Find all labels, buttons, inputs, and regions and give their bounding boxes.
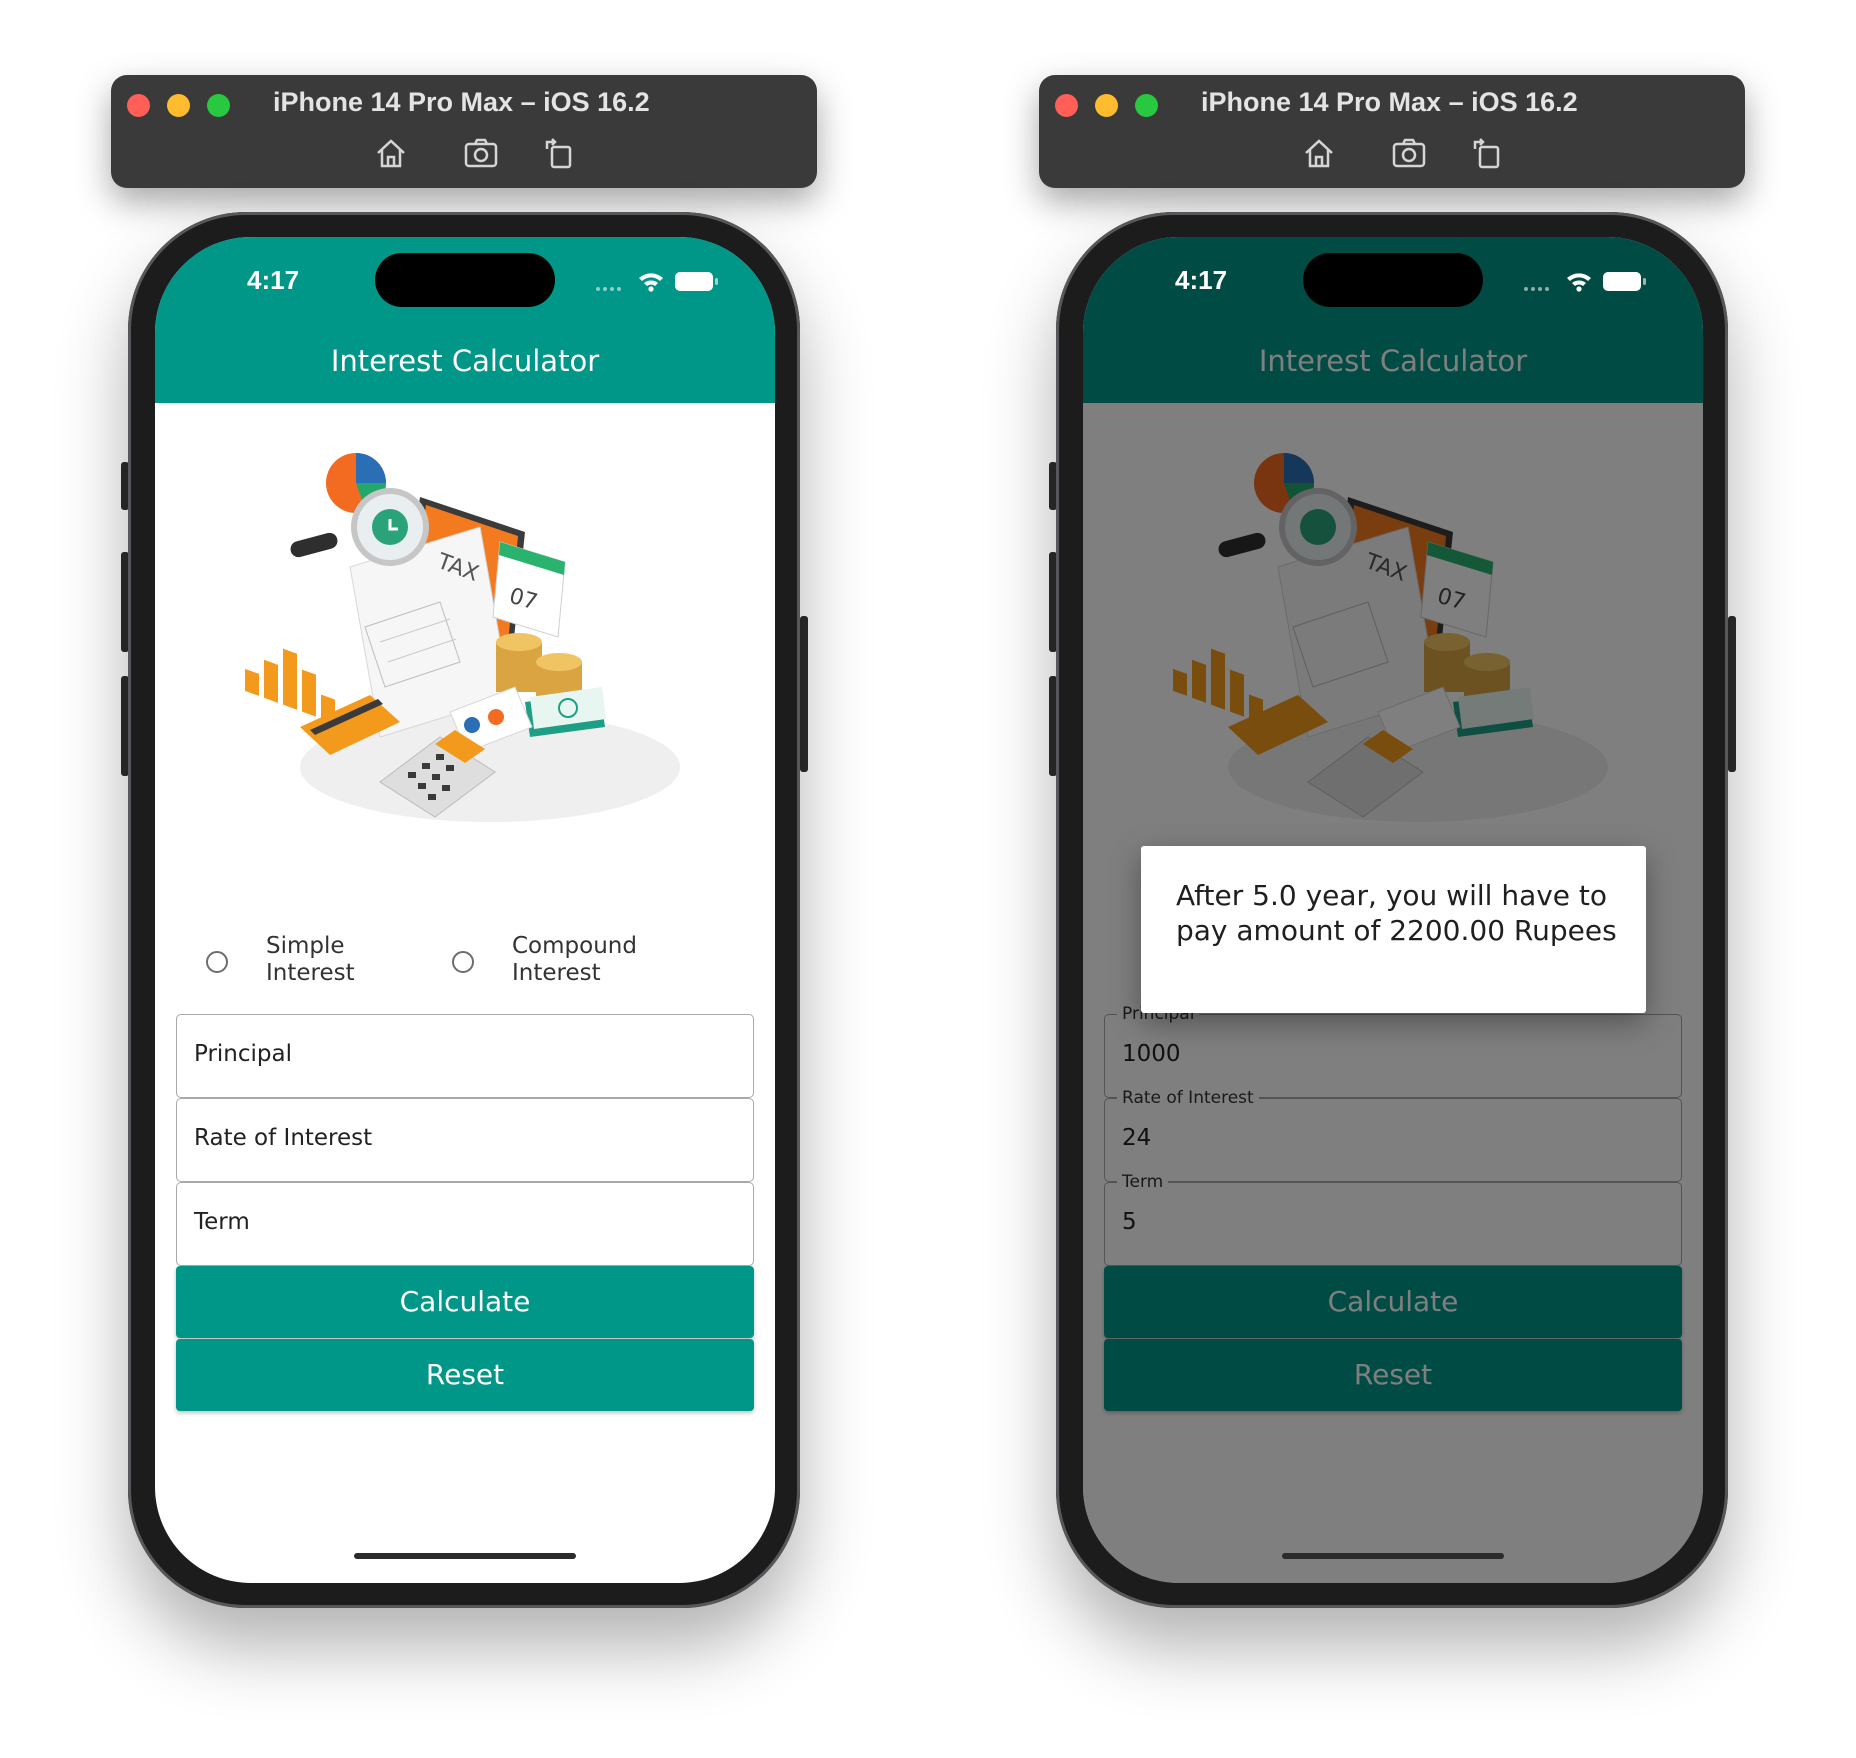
radio-label-simple: Simple Interest [266, 933, 355, 986]
close-window-button[interactable] [127, 94, 150, 117]
app-title: Interest Calculator [330, 344, 600, 378]
minimize-window-button[interactable] [167, 94, 190, 117]
bar-chart-graphic [245, 648, 335, 724]
battery-icon [675, 272, 718, 291]
radio-label-compound: Compound Interest [512, 933, 637, 986]
close-window-button[interactable] [1055, 94, 1078, 117]
rotate-icon[interactable] [539, 133, 579, 173]
radio-compound-interest[interactable] [452, 951, 474, 973]
app-bar: 4:17 Interest Calculator [155, 237, 775, 403]
simulator-window-left: iPhone 14 Pro Max – iOS 16.2 4:17 Intere… [0, 0, 928, 1758]
home-indicator[interactable] [354, 1553, 576, 1559]
simulator-titlebar: iPhone 14 Pro Max – iOS 16.2 [1039, 75, 1745, 188]
wifi-icon [639, 273, 663, 292]
status-time-overlay: 4:17 [1175, 265, 1228, 295]
zoom-window-button[interactable] [207, 94, 230, 117]
status-time: 4:17 [247, 265, 300, 295]
wifi-icon [1567, 273, 1591, 292]
simulator-titlebar: iPhone 14 Pro Max – iOS 16.2 [111, 75, 817, 188]
phone-screen: 4:17 Interest Calculator TAX 07 [1083, 237, 1703, 1583]
signal-icon [1524, 287, 1549, 291]
principal-field[interactable]: Principal [176, 1014, 754, 1098]
rate-placeholder: Rate of Interest [194, 1125, 373, 1151]
simulator-window-right: iPhone 14 Pro Max – iOS 16.2 4:17 Intere… [928, 0, 1856, 1758]
home-indicator[interactable] [1282, 1553, 1504, 1559]
dynamic-island [1303, 253, 1483, 307]
term-field[interactable]: Term [176, 1182, 754, 1266]
radio-simple-interest[interactable] [206, 951, 228, 973]
calculate-button[interactable]: Calculate [176, 1266, 754, 1338]
rate-field[interactable]: Rate of Interest [176, 1098, 754, 1182]
interest-type-group: Simple Interest Compound Interest [155, 927, 775, 997]
simulator-title: iPhone 14 Pro Max – iOS 16.2 [273, 87, 650, 117]
zoom-window-button[interactable] [1135, 94, 1158, 117]
status-icons [595, 267, 725, 297]
battery-icon [1603, 272, 1646, 291]
reset-button[interactable]: Reset [176, 1339, 754, 1411]
power-button [1728, 616, 1736, 772]
result-dialog[interactable]: After 5.0 year, you will have to pay amo… [1141, 846, 1646, 1013]
simulator-title: iPhone 14 Pro Max – iOS 16.2 [1201, 87, 1578, 117]
minimize-window-button[interactable] [1095, 94, 1118, 117]
screenshot-icon[interactable] [1389, 133, 1429, 173]
home-icon[interactable] [371, 133, 411, 173]
home-icon[interactable] [1299, 133, 1339, 173]
screenshot-icon[interactable] [461, 133, 501, 173]
phone-screen: 4:17 Interest Calculator TAX 07 Simple I… [155, 237, 775, 1583]
rotate-icon[interactable] [1467, 133, 1507, 173]
term-placeholder: Term [194, 1209, 250, 1235]
principal-placeholder: Principal [194, 1041, 293, 1067]
status-icons [1523, 267, 1653, 297]
result-message: After 5.0 year, you will have to pay amo… [1176, 879, 1617, 947]
power-button [800, 616, 808, 772]
dynamic-island [375, 253, 555, 307]
signal-icon [596, 287, 621, 291]
finance-illustration: TAX 07 [245, 453, 680, 822]
